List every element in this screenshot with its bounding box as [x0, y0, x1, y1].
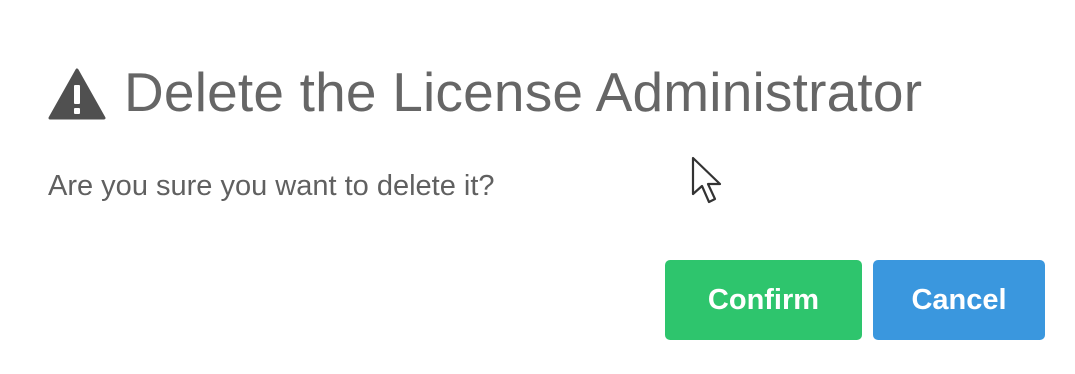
dialog-title: Delete the License Administrator	[124, 61, 923, 123]
warning-triangle-icon	[48, 68, 106, 120]
dialog-header: Delete the License Administrator	[48, 52, 922, 132]
mouse-pointer-icon	[691, 156, 722, 204]
delete-confirmation-dialog: Delete the License Administrator Are you…	[0, 0, 1075, 374]
confirm-button[interactable]: Confirm	[665, 260, 862, 340]
cancel-button[interactable]: Cancel	[873, 260, 1045, 340]
dialog-message: Are you sure you want to delete it?	[48, 170, 495, 202]
